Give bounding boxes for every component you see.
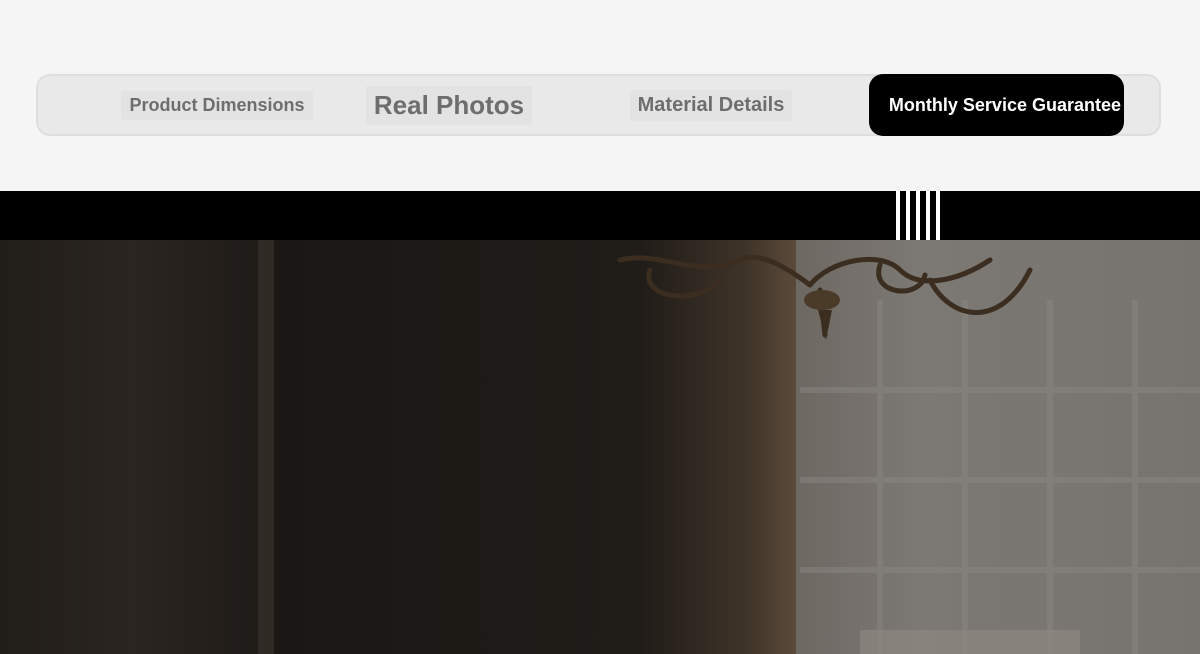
tab-monthly-service-guarantee[interactable]: Monthly Service Guarantee <box>869 74 1124 136</box>
tab-label: Product Dimensions <box>121 90 313 120</box>
tab-bar: Product Dimensions Real Photos Material … <box>36 74 1161 136</box>
curtain-edge <box>258 240 274 654</box>
stripe <box>896 191 900 240</box>
tab-material-details[interactable]: Material Details <box>616 76 806 134</box>
room-photo <box>0 240 1200 654</box>
tab-real-photos[interactable]: Real Photos <box>364 76 534 134</box>
middle-curtain <box>274 240 796 654</box>
header-band <box>0 191 1200 240</box>
tab-label: Material Details <box>629 89 793 121</box>
left-curtain <box>0 240 262 654</box>
chandelier-hub <box>804 290 840 310</box>
tab-label: Monthly Service Guarantee <box>888 94 1121 115</box>
tab-label: Real Photos <box>365 85 533 125</box>
barcode-stripes-icon <box>896 191 948 240</box>
stripe <box>916 191 920 240</box>
stripe <box>936 191 940 240</box>
room-photo-illustration <box>0 240 1200 654</box>
window-sheer <box>796 240 1200 654</box>
tab-section: Product Dimensions Real Photos Material … <box>0 0 1200 191</box>
stripe <box>926 191 930 240</box>
tab-product-dimensions[interactable]: Product Dimensions <box>121 76 313 134</box>
stripe <box>906 191 910 240</box>
sofa-arm <box>860 630 1080 654</box>
